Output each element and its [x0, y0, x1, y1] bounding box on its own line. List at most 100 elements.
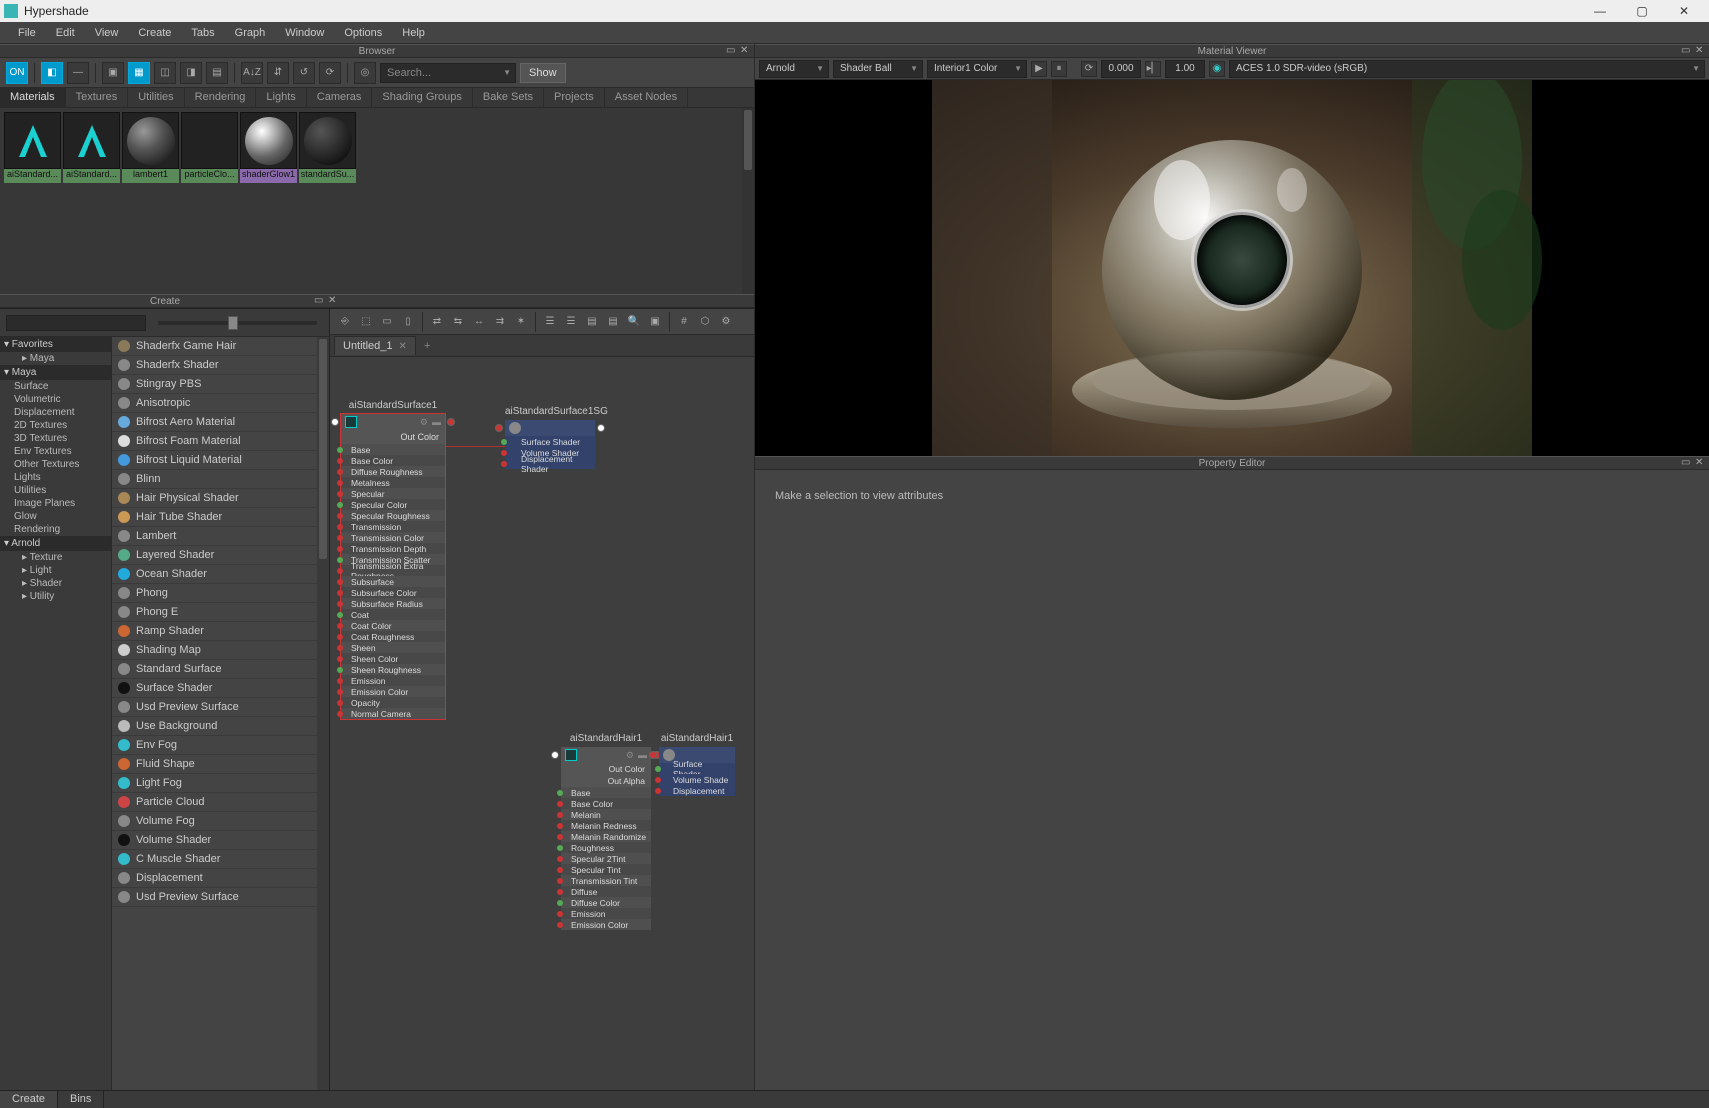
search-icon[interactable]: 🔍 — [625, 313, 643, 331]
node-attribute[interactable]: Emission — [561, 908, 651, 919]
node-attribute[interactable]: Displacement — [659, 785, 735, 796]
close-icon[interactable]: ✕ — [1695, 45, 1707, 57]
collapse-icon[interactable]: ▬ — [638, 750, 647, 760]
value-field[interactable]: 1.00 — [1165, 60, 1205, 78]
shader-list-item[interactable]: Particle Cloud — [112, 793, 329, 812]
maximize-button[interactable]: ▢ — [1621, 0, 1663, 22]
tool-button[interactable]: ▣ — [646, 313, 664, 331]
category-item[interactable]: ▸ Texture — [0, 551, 111, 564]
browser-tab[interactable]: Rendering — [185, 88, 257, 107]
gear-icon[interactable]: ⚙ — [420, 417, 428, 428]
material-swatch[interactable]: particleClo... — [181, 112, 238, 183]
node-attribute[interactable]: Opacity — [341, 697, 445, 708]
browser-tab[interactable]: Projects — [544, 88, 605, 107]
shader-list-item[interactable]: Standard Surface — [112, 660, 329, 679]
colorspace-icon[interactable]: ◉ — [1209, 61, 1225, 77]
category-item[interactable]: ▸ Light — [0, 564, 111, 577]
shader-list-item[interactable]: Shaderfx Game Hair — [112, 337, 329, 356]
node-attribute[interactable]: Transmission Tint — [561, 875, 651, 886]
node-attribute[interactable]: Surface Shader — [505, 436, 595, 447]
tool-button[interactable]: ▣ — [102, 62, 124, 84]
menu-file[interactable]: File — [8, 27, 46, 39]
shader-list-item[interactable]: Usd Preview Surface — [112, 698, 329, 717]
shader-list-item[interactable]: Bifrost Liquid Material — [112, 451, 329, 470]
tool-button[interactable]: ⬡ — [696, 313, 714, 331]
tool-button[interactable]: ⚙ — [717, 313, 735, 331]
browser-tab[interactable]: Shading Groups — [372, 88, 473, 107]
browser-tab[interactable]: Asset Nodes — [605, 88, 688, 107]
tool-button[interactable]: ▭ — [378, 313, 396, 331]
node-header[interactable]: ⚙ ▬ — [561, 747, 651, 763]
category-item[interactable]: Env Textures — [0, 445, 111, 458]
tool-button[interactable]: — — [67, 62, 89, 84]
restore-icon[interactable]: ▭ — [726, 45, 738, 57]
menu-options[interactable]: Options — [334, 27, 392, 39]
category-item[interactable]: ▾ Arnold — [0, 536, 111, 551]
node-attribute[interactable]: Sheen Color — [341, 653, 445, 664]
node-attribute[interactable]: Melanin Redness — [561, 820, 651, 831]
category-item[interactable]: ▾ Maya — [0, 365, 111, 380]
node-port[interactable] — [447, 418, 455, 426]
node-aistandardsurface1[interactable]: aiStandardSurface1 ⚙ ▬ Out Color BaseBas… — [340, 413, 446, 720]
node-port[interactable] — [551, 751, 559, 759]
play-button[interactable]: ▶ — [1031, 61, 1047, 77]
node-attribute[interactable]: Sheen — [341, 642, 445, 653]
scrollbar[interactable] — [742, 108, 754, 294]
shader-list-item[interactable]: Lambert — [112, 527, 329, 546]
pause-button[interactable]: ⏸ — [1051, 61, 1067, 77]
search-input[interactable]: Search... ▼ — [380, 63, 516, 83]
menu-create[interactable]: Create — [128, 27, 181, 39]
shader-list-item[interactable]: Fluid Shape — [112, 755, 329, 774]
shader-list-item[interactable]: Ocean Shader — [112, 565, 329, 584]
category-tree[interactable]: ▾ Favorites▸ Maya▾ MayaSurfaceVolumetric… — [0, 337, 112, 1090]
node-header[interactable] — [505, 420, 595, 436]
tool-button[interactable]: ⎆ — [336, 313, 354, 331]
node-attribute[interactable]: Roughness — [561, 842, 651, 853]
refresh-icon[interactable]: ⟳ — [1081, 61, 1097, 77]
node-attribute[interactable]: Melanin Randomize — [561, 831, 651, 842]
gear-icon[interactable]: ⚙ — [626, 750, 634, 761]
chevron-down-icon[interactable]: ▼ — [503, 68, 511, 77]
node-attribute[interactable]: Specular Tint — [561, 864, 651, 875]
sort-az-button[interactable]: A↓Z — [241, 62, 263, 84]
environment-dropdown[interactable]: Interior1 Color▼ — [927, 60, 1027, 78]
shader-list-item[interactable]: C Muscle Shader — [112, 850, 329, 869]
shader-list-item[interactable]: Light Fog — [112, 774, 329, 793]
icon-size-slider[interactable] — [158, 321, 317, 325]
tool-button[interactable]: ◨ — [180, 62, 202, 84]
node-attribute[interactable]: Metalness — [341, 477, 445, 488]
colorspace-dropdown[interactable]: ACES 1.0 SDR-video (sRGB)▼ — [1229, 60, 1705, 78]
close-icon[interactable]: ✕ — [328, 295, 340, 307]
material-swatch[interactable]: standardSu... — [299, 112, 356, 183]
step-button[interactable]: ▸▏ — [1145, 61, 1161, 77]
shader-list-item[interactable]: Bifrost Foam Material — [112, 432, 329, 451]
node-attribute[interactable]: Subsurface Color — [341, 587, 445, 598]
shader-list-item[interactable]: Shaderfx Shader — [112, 356, 329, 375]
material-viewer[interactable] — [755, 80, 1709, 456]
tool-button[interactable]: ▦ — [128, 62, 150, 84]
node-attribute[interactable]: Base Color — [341, 455, 445, 466]
category-item[interactable]: ▸ Utility — [0, 590, 111, 603]
graph-canvas[interactable]: aiStandardSurface1 ⚙ ▬ Out Color BaseBas… — [330, 357, 754, 1090]
category-item[interactable]: Glow — [0, 510, 111, 523]
node-output[interactable]: Out Color — [561, 763, 651, 775]
category-item[interactable]: 3D Textures — [0, 432, 111, 445]
material-swatch[interactable]: lambert1 — [122, 112, 179, 183]
material-swatch[interactable]: aiStandard... — [4, 112, 61, 183]
grid-icon[interactable]: # — [675, 313, 693, 331]
node-attribute[interactable]: Emission — [341, 675, 445, 686]
tool-button[interactable]: ▤ — [206, 62, 228, 84]
node-attribute[interactable]: Base — [341, 444, 445, 455]
shader-list-item[interactable]: Bifrost Aero Material — [112, 413, 329, 432]
node-attribute[interactable]: Transmission Extra Roughness — [341, 565, 445, 576]
toggle-on-button[interactable]: ON — [6, 62, 28, 84]
node-attribute[interactable]: Displacement Shader — [505, 458, 595, 469]
value-field[interactable]: 0.000 — [1101, 60, 1141, 78]
node-attribute[interactable]: Subsurface — [341, 576, 445, 587]
shader-list-item[interactable]: Stingray PBS — [112, 375, 329, 394]
minimize-button[interactable]: — — [1579, 0, 1621, 22]
shader-list-item[interactable]: Use Background — [112, 717, 329, 736]
browser-tab[interactable]: Materials — [0, 88, 66, 107]
category-item[interactable]: Utilities — [0, 484, 111, 497]
close-icon[interactable]: ✕ — [740, 45, 752, 57]
